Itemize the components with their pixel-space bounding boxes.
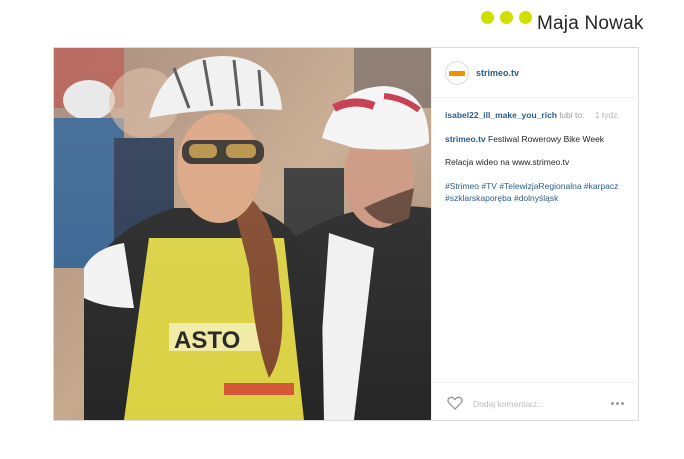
hashtags[interactable]: #Strimeo #TV #TelewizjaRegionalna #karpa…: [445, 180, 633, 204]
post-header: strimeo.tv: [432, 48, 639, 98]
caption-line-2: Relacja wideo na www.strimeo.tv: [445, 157, 570, 167]
slide-author: Maja Nowak: [537, 13, 644, 34]
decoration-dot: [519, 11, 532, 24]
post-time[interactable]: 1 tydz.: [595, 110, 620, 120]
cyclists-photo: ASTO: [54, 48, 431, 420]
instagram-post: ASTO strimeo.tv isabel22_ill_make_you_ri…: [53, 47, 639, 421]
more-dot: [616, 402, 619, 405]
more-dot: [611, 402, 614, 405]
decoration-dot: [500, 11, 513, 24]
post-actions: Dodaj komentarz...: [432, 382, 639, 420]
more-dot: [621, 402, 624, 405]
likes-line: isabel22_ill_make_you_rich lubi to. 1 ty…: [445, 110, 631, 120]
caption-username[interactable]: strimeo.tv: [445, 134, 486, 144]
decoration-dot: [481, 11, 494, 24]
caption: strimeo.tv Festiwal Rowerowy Bike Week: [445, 134, 604, 144]
account-avatar[interactable]: [445, 61, 469, 85]
liker-username[interactable]: isabel22_ill_make_you_rich: [445, 110, 557, 120]
add-comment-input[interactable]: Dodaj komentarz...: [473, 399, 544, 409]
post-sidebar: strimeo.tv isabel22_ill_make_you_rich lu…: [431, 48, 639, 420]
caption-text: Festiwal Rowerowy Bike Week: [488, 134, 605, 144]
account-handle[interactable]: strimeo.tv: [476, 68, 519, 78]
heart-icon[interactable]: [447, 396, 463, 410]
likes-text: lubi to.: [559, 110, 585, 120]
more-icon[interactable]: [611, 402, 624, 405]
strimeo-logo-icon: [449, 71, 465, 76]
post-photo[interactable]: ASTO: [54, 48, 431, 420]
slide-decoration-dots: [481, 11, 532, 24]
